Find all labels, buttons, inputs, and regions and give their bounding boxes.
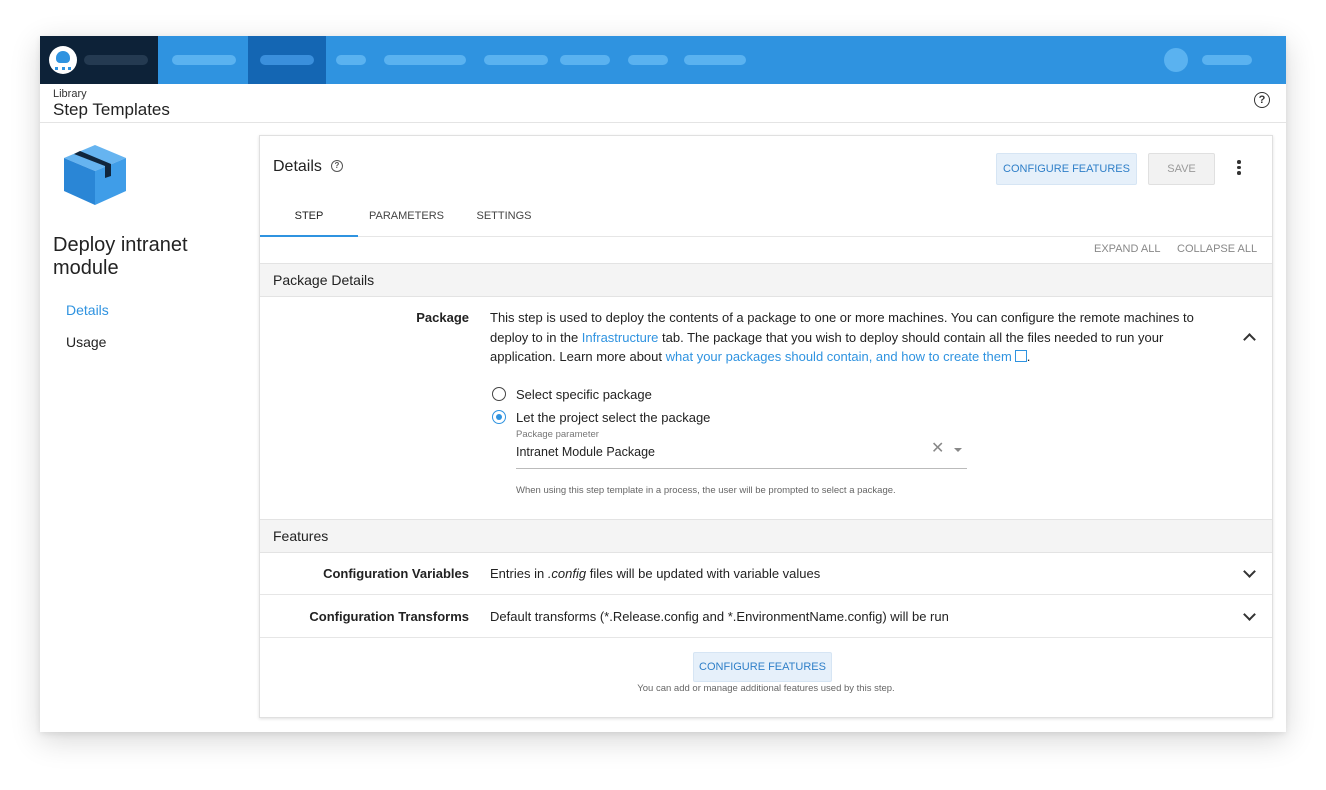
configuration-transforms-summary: Default transforms (*.Release.config and… <box>490 609 949 624</box>
infrastructure-link[interactable]: Infrastructure <box>582 330 659 345</box>
section-title: Package Details <box>273 272 375 288</box>
external-link-icon <box>1014 350 1027 362</box>
card-title: Details <box>273 158 322 175</box>
top-navigation-bar <box>40 36 1286 84</box>
avatar[interactable] <box>1164 48 1188 72</box>
package-parameter-select[interactable]: Intranet Module Package <box>516 445 655 459</box>
row-label-configuration-transforms: Configuration Transforms <box>309 609 469 624</box>
learn-more-link[interactable]: what your packages should contain, and h… <box>666 349 1027 364</box>
radio-project-selects-package[interactable] <box>492 410 506 424</box>
chevron-up-icon[interactable] <box>1243 333 1256 346</box>
dropdown-caret-icon[interactable] <box>954 448 962 452</box>
radio-label[interactable]: Select specific package <box>516 387 652 402</box>
tab-settings[interactable]: SETTINGS <box>464 210 544 222</box>
section-header-features: Features <box>260 519 1272 553</box>
tabs-divider <box>260 236 1272 237</box>
sidebar-item-details[interactable]: Details <box>66 302 109 318</box>
template-name: Deploy intranet module <box>53 234 188 279</box>
features-note: You can add or manage additional feature… <box>637 683 895 694</box>
package-parameter-helper: When using this step template in a proce… <box>516 485 896 496</box>
configure-features-button[interactable]: CONFIGURE FEATURES <box>996 153 1137 185</box>
user-name-placeholder[interactable] <box>1202 55 1252 65</box>
nav-item-placeholder[interactable] <box>384 55 466 65</box>
more-vert-icon[interactable] <box>1236 160 1242 176</box>
nav-item-placeholder[interactable] <box>336 55 366 65</box>
package-description: This step is used to deploy the contents… <box>490 310 1194 364</box>
radio-label[interactable]: Let the project select the package <box>516 410 710 425</box>
tab-step[interactable]: STEP <box>260 210 358 222</box>
sidebar-item-usage[interactable]: Usage <box>66 334 106 350</box>
configure-features-button[interactable]: CONFIGURE FEATURES <box>693 652 832 682</box>
nav-item-placeholder[interactable] <box>172 55 236 65</box>
configuration-variables-summary: Entries in .config files will be updated… <box>490 566 821 581</box>
expand-all-link[interactable]: EXPAND ALL <box>1094 243 1160 255</box>
section-header-package-details: Package Details <box>260 263 1272 297</box>
row-label-configuration-variables: Configuration Variables <box>323 566 469 581</box>
row-divider <box>260 594 1272 595</box>
active-tab-indicator <box>260 235 358 237</box>
nav-item-placeholder[interactable] <box>628 55 668 65</box>
help-icon[interactable]: ? <box>1254 92 1270 108</box>
save-button[interactable]: SAVE <box>1148 153 1215 185</box>
nav-item-placeholder[interactable] <box>484 55 548 65</box>
row-divider <box>260 637 1272 638</box>
page-title: Step Templates <box>53 100 170 119</box>
nav-item-placeholder[interactable] <box>560 55 610 65</box>
nav-item-placeholder[interactable] <box>684 55 746 65</box>
app-window: Library Step Templates ? Deploy intranet… <box>40 36 1286 732</box>
chevron-down-icon[interactable] <box>1243 565 1256 578</box>
help-icon[interactable]: ? <box>331 160 343 172</box>
details-card: Details ? CONFIGURE FEATURES SAVE STEP P… <box>259 135 1273 718</box>
nav-item-active[interactable] <box>248 36 326 84</box>
section-title: Features <box>273 528 329 544</box>
clear-icon[interactable]: ✕ <box>931 441 944 457</box>
space-selector-placeholder[interactable] <box>84 55 148 65</box>
field-underline <box>516 468 967 469</box>
header-divider <box>40 122 1286 123</box>
package-box-icon <box>64 145 126 205</box>
package-parameter-label: Package parameter <box>516 429 599 440</box>
tab-parameters[interactable]: PARAMETERS <box>358 210 455 222</box>
collapse-all-link[interactable]: COLLAPSE ALL <box>1177 243 1257 255</box>
breadcrumb[interactable]: Library <box>53 88 87 100</box>
chevron-down-icon[interactable] <box>1243 608 1256 621</box>
row-label-package: Package <box>416 310 469 325</box>
radio-select-specific-package[interactable] <box>492 387 506 401</box>
octopus-logo-icon <box>49 46 77 74</box>
brand-area[interactable] <box>40 36 158 84</box>
